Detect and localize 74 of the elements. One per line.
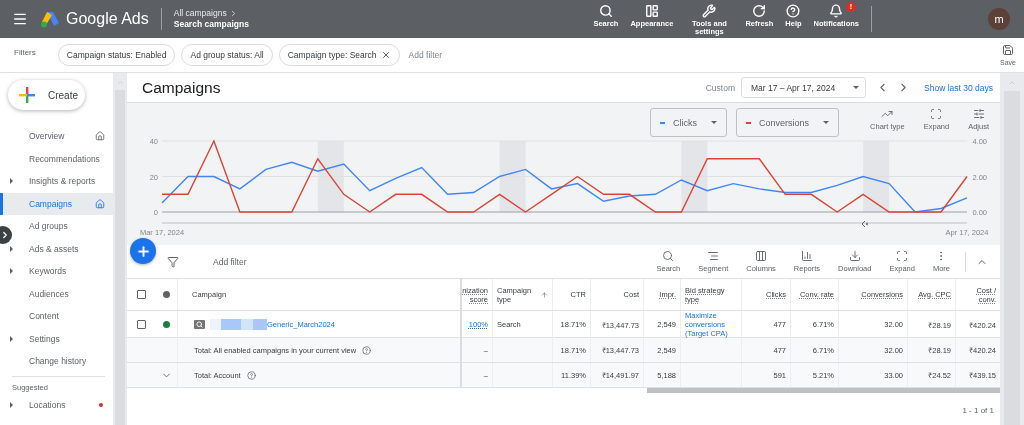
caret-icon bbox=[10, 178, 13, 184]
sidebar-item[interactable]: Campaigns bbox=[0, 192, 113, 215]
chevron-right-icon bbox=[0, 230, 10, 240]
plus-icon bbox=[19, 87, 35, 103]
sidebar-item[interactable]: Insights & reports bbox=[10, 170, 113, 193]
date-range-dropdown[interactable]: Mar 17 – Apr 17, 2024 bbox=[741, 77, 866, 98]
logo-icon bbox=[40, 10, 60, 28]
filter-chip[interactable]: Campaign type: Search bbox=[278, 44, 400, 66]
expand-icon bbox=[896, 250, 909, 262]
save-icon bbox=[1002, 44, 1014, 56]
sidebar-item[interactable]: Ads & assets bbox=[10, 237, 113, 260]
bar-chart-icon bbox=[800, 250, 813, 262]
wrench-icon bbox=[702, 4, 717, 18]
filters-label: Filters bbox=[14, 47, 36, 57]
sidebar-item[interactable]: Locations bbox=[10, 393, 113, 416]
line-chart-icon bbox=[881, 108, 894, 120]
redaction-mark bbox=[210, 319, 267, 330]
checkbox[interactable] bbox=[136, 320, 146, 329]
sidebar-item[interactable]: Content bbox=[10, 305, 113, 328]
caret-icon bbox=[10, 401, 13, 408]
alert-dot bbox=[99, 402, 103, 407]
sliders-icon bbox=[972, 108, 985, 120]
show-last-link[interactable]: Show last 30 days bbox=[924, 82, 993, 93]
add-button[interactable] bbox=[130, 238, 156, 264]
caret-icon bbox=[10, 268, 13, 274]
download-icon bbox=[848, 250, 861, 262]
metric-dropdown[interactable]: Conversions bbox=[736, 108, 840, 137]
metric-dropdown[interactable]: Clicks bbox=[650, 108, 728, 137]
search-icon bbox=[662, 250, 675, 262]
scrollbar[interactable] bbox=[1000, 73, 1024, 425]
status-dot bbox=[162, 291, 170, 298]
avatar[interactable]: m bbox=[988, 8, 1010, 30]
sort-arrow-icon bbox=[541, 290, 548, 299]
home-icon bbox=[95, 198, 105, 209]
bell-icon bbox=[829, 4, 844, 18]
menu-icon[interactable] bbox=[12, 11, 28, 27]
columns-icon bbox=[755, 250, 768, 262]
page-title: Campaigns bbox=[142, 78, 221, 97]
range-label: Custom bbox=[705, 82, 735, 93]
sidebar-item[interactable]: Overview bbox=[10, 125, 113, 148]
filter-icon[interactable] bbox=[167, 255, 179, 268]
close-icon[interactable] bbox=[380, 50, 391, 60]
add-filter-link[interactable]: Add filter bbox=[213, 256, 247, 267]
home-icon bbox=[95, 131, 105, 142]
help-icon bbox=[786, 4, 801, 18]
plus-icon bbox=[135, 243, 151, 259]
sidebar-item[interactable]: Settings bbox=[10, 327, 113, 350]
app-name: Google Ads bbox=[66, 10, 149, 28]
pagination-label: 1 - 1 of 1 bbox=[962, 406, 994, 415]
add-filter-link[interactable]: Add filter bbox=[408, 50, 443, 60]
create-button[interactable]: Create bbox=[8, 80, 85, 110]
page-breadcrumb: Search campaigns bbox=[173, 19, 249, 30]
help-icon[interactable] bbox=[362, 345, 372, 355]
filter-chip[interactable]: Campaign status: Enabled bbox=[57, 44, 176, 66]
caret-icon bbox=[10, 335, 13, 342]
search-icon bbox=[598, 4, 613, 18]
annotation-icon[interactable] bbox=[861, 220, 869, 228]
sidebar-item[interactable]: Keywords bbox=[10, 260, 113, 283]
search-type-icon bbox=[194, 320, 205, 329]
scrollbar[interactable] bbox=[113, 73, 127, 425]
expand-icon bbox=[930, 108, 943, 120]
filter-chip[interactable]: Ad group status: All bbox=[181, 44, 273, 66]
checkbox[interactable] bbox=[136, 290, 146, 299]
sidebar-item[interactable]: Change history bbox=[10, 350, 113, 373]
sidebar-item[interactable]: Audiences bbox=[10, 282, 113, 305]
horizontal-scrollbar[interactable] bbox=[647, 388, 1000, 393]
breadcrumb-link[interactable]: All campaigns bbox=[173, 8, 227, 19]
lines-icon bbox=[707, 250, 720, 262]
panels-icon bbox=[644, 4, 659, 18]
refresh-icon bbox=[752, 4, 767, 18]
sidebar-item[interactable]: Recommendations bbox=[10, 147, 113, 170]
caret-icon bbox=[10, 245, 13, 252]
sidebar-item[interactable]: Ad groups bbox=[10, 215, 113, 238]
help-icon[interactable] bbox=[246, 370, 256, 380]
